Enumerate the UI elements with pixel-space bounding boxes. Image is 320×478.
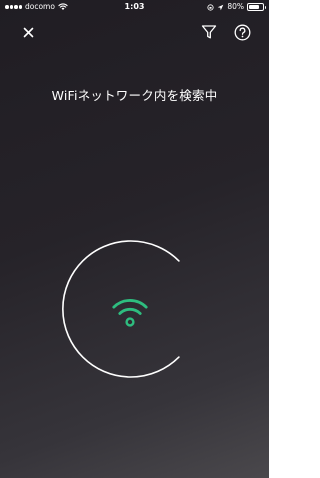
wifi-icon [112, 299, 148, 327]
battery-percent: 80% [227, 2, 244, 11]
battery-icon [247, 3, 266, 11]
page-title: WiFiネットワーク内を検索中 [51, 88, 218, 103]
screen-lock-icon [207, 3, 214, 11]
help-button[interactable] [232, 22, 252, 42]
screen: docomo 1:03 80% WiFiネットワーク内を検索中 [0, 0, 269, 478]
battery-level [249, 5, 260, 9]
filter-icon [201, 25, 217, 39]
location-icon [218, 4, 224, 10]
status-bar-right: 80% [207, 0, 266, 14]
scanner-ring [62, 240, 180, 378]
close-button[interactable] [18, 22, 38, 42]
status-bar: docomo 1:03 80% [0, 0, 269, 14]
help-icon [234, 24, 250, 40]
close-icon [23, 27, 33, 37]
filter-button[interactable] [199, 22, 219, 42]
